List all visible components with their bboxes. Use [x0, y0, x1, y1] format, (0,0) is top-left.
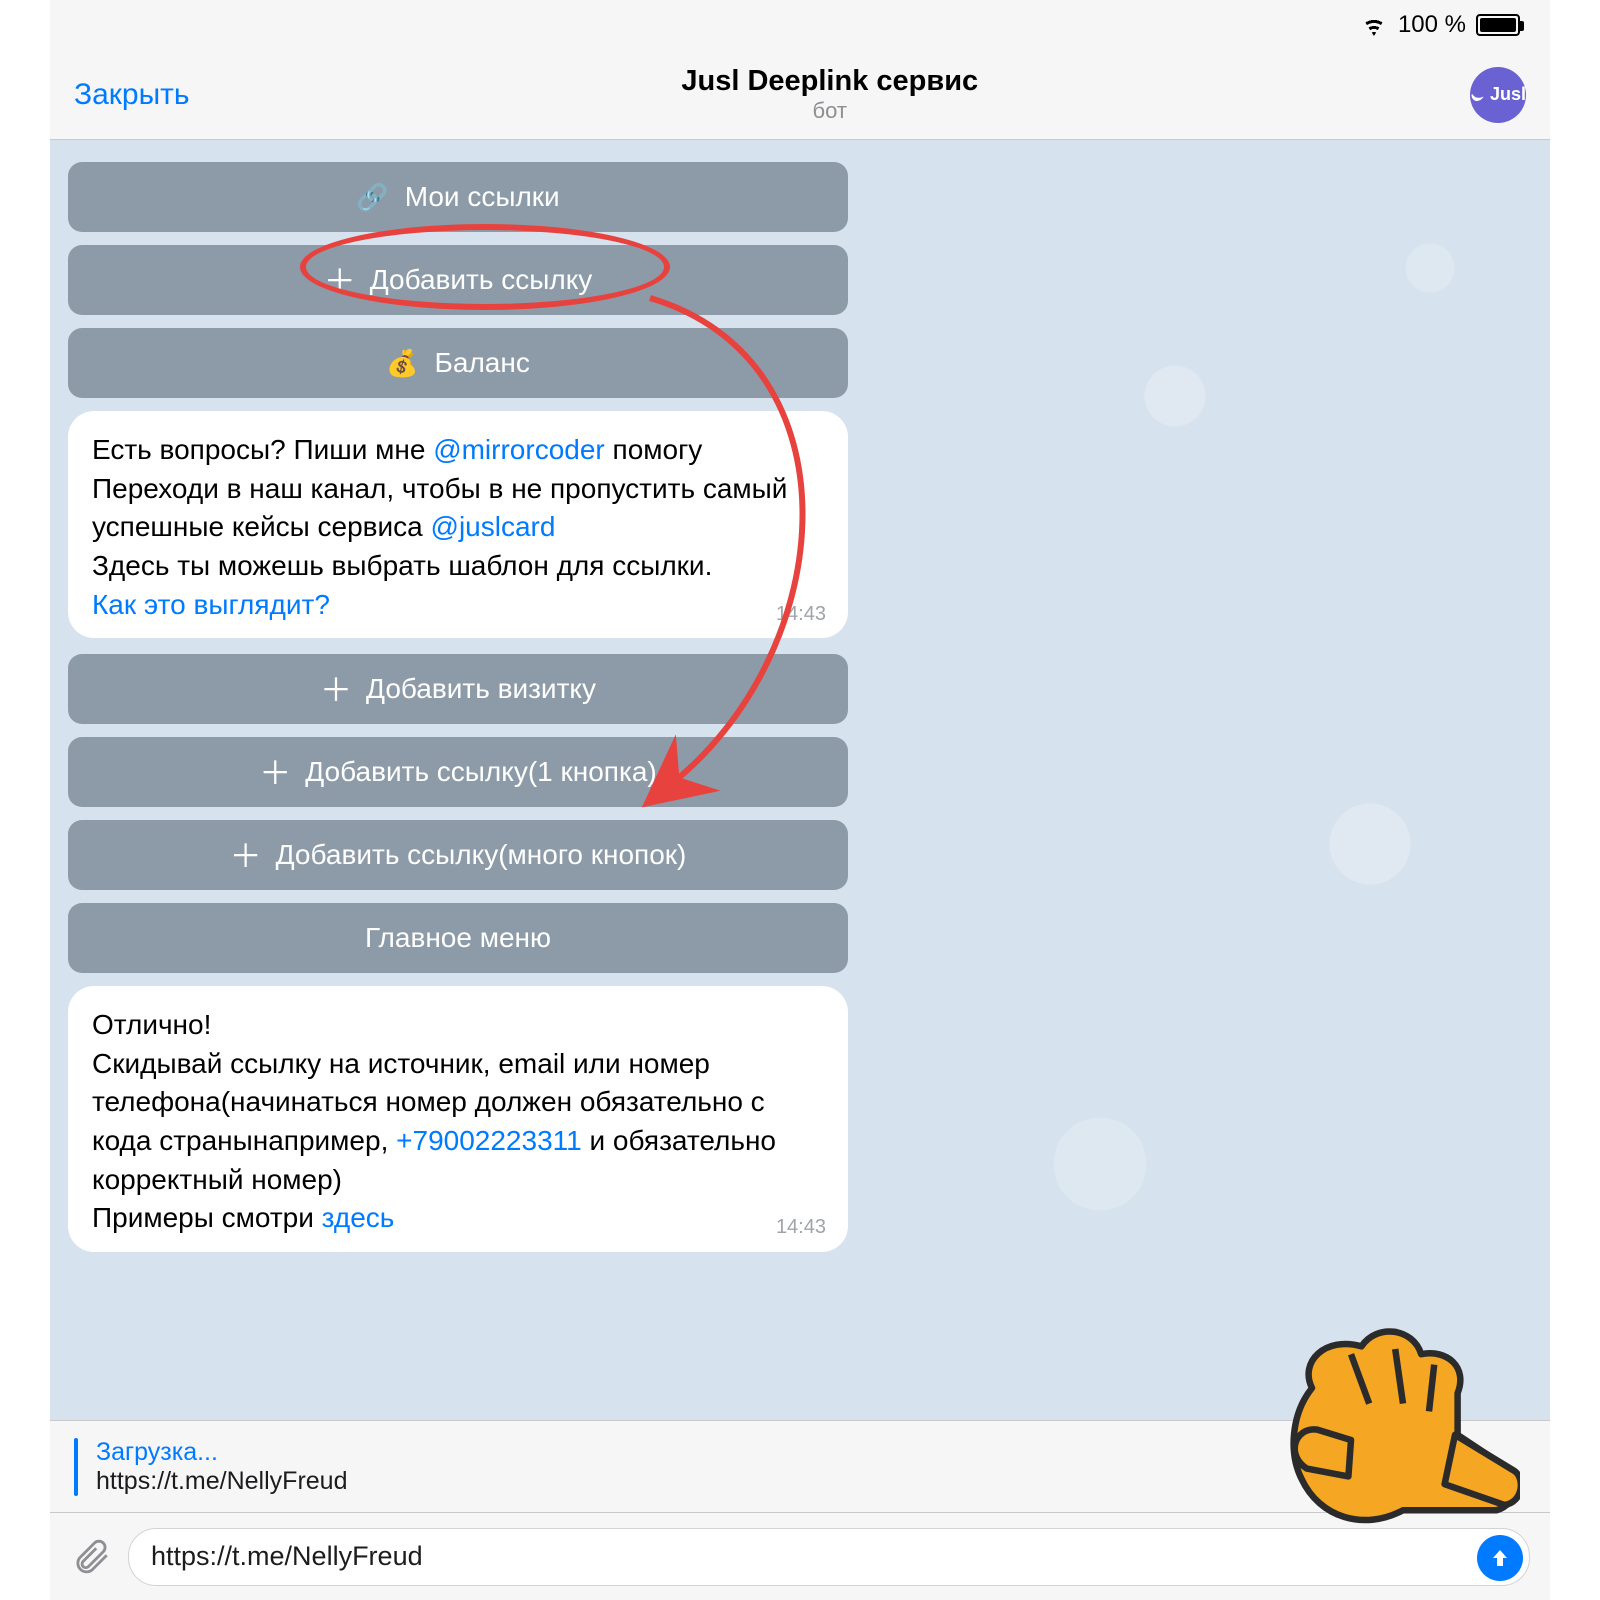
msg1-part: помогу	[605, 434, 703, 465]
reply-title: Загрузка...	[96, 1438, 347, 1467]
battery-icon	[1476, 14, 1520, 36]
chat-header: Закрыть Jusl Deeplink сервис бот Jusl	[50, 50, 1550, 140]
timestamp: 14:43	[776, 1214, 826, 1242]
message-1: Есть вопросы? Пиши мне @mirrorcoder помо…	[68, 411, 848, 638]
kb-my-links[interactable]: 🔗 Мои ссылки	[68, 162, 848, 232]
avatar-label: Jusl	[1490, 84, 1526, 105]
reply-preview[interactable]: Загрузка... https://t.me/NellyFreud	[50, 1420, 1550, 1512]
chat-subtitle: бот	[190, 98, 1470, 124]
msg2-part: Отлично!	[92, 1009, 211, 1040]
msg1-part: Есть вопросы? Пиши мне	[92, 434, 433, 465]
close-button[interactable]: Закрыть	[74, 78, 190, 112]
message-input[interactable]	[151, 1541, 1473, 1572]
send-arrow-icon	[1488, 1546, 1512, 1570]
header-title-block[interactable]: Jusl Deeplink сервис бот	[190, 65, 1470, 124]
plus-icon: ＋	[320, 665, 352, 711]
message-2: Отлично! Скидывай ссылку на источник, em…	[68, 986, 848, 1252]
send-button[interactable]	[1477, 1535, 1523, 1581]
status-bar: 100 %	[50, 0, 1550, 50]
wifi-icon	[1360, 14, 1388, 36]
timestamp: 14:43	[776, 601, 826, 629]
msg2-part: Примеры смотри	[92, 1202, 322, 1233]
plus-icon: ＋	[230, 831, 262, 877]
kb-label: Добавить ссылку(1 кнопка)	[305, 756, 656, 788]
reply-subtitle: https://t.me/NellyFreud	[96, 1467, 347, 1496]
kb-main-menu[interactable]: Главное меню	[68, 903, 848, 973]
kb-label: Добавить ссылку	[370, 264, 593, 296]
msg1-part: Здесь ты можешь выбрать шаблон для ссылк…	[92, 550, 712, 581]
message-column: 🔗 Мои ссылки ＋ Добавить ссылку 💰 Баланс …	[68, 162, 848, 1252]
avatar-bird-icon	[1470, 84, 1488, 106]
mention-juslcard[interactable]: @juslcard	[431, 511, 556, 542]
kb-label: Добавить ссылку(много кнопок)	[276, 839, 687, 871]
link-icon: 🔗	[356, 182, 388, 213]
chat-area[interactable]: 🔗 Мои ссылки ＋ Добавить ссылку 💰 Баланс …	[50, 140, 1550, 1420]
plus-icon: ＋	[324, 256, 356, 302]
kb-label: Добавить визитку	[366, 673, 596, 705]
reply-text: Загрузка... https://t.me/NellyFreud	[96, 1438, 347, 1496]
screenshot-stage: 100 % Закрыть Jusl Deeplink сервис бот J…	[50, 0, 1550, 1600]
kb-balance[interactable]: 💰 Баланс	[68, 328, 848, 398]
phone-example[interactable]: +79002223311	[396, 1125, 582, 1156]
moneybag-icon: 💰	[386, 348, 418, 379]
battery-percent: 100 %	[1398, 11, 1466, 39]
link-how-it-looks[interactable]: Как это выглядит?	[92, 589, 330, 620]
mention-mirrorcoder[interactable]: @mirrorcoder	[433, 434, 605, 465]
link-examples[interactable]: здесь	[322, 1202, 395, 1233]
avatar[interactable]: Jusl	[1470, 67, 1526, 123]
chat-title: Jusl Deeplink сервис	[190, 65, 1470, 98]
message-input-wrap[interactable]	[128, 1528, 1530, 1586]
attach-icon[interactable]	[70, 1536, 112, 1578]
kb-add-link[interactable]: ＋ Добавить ссылку	[68, 245, 848, 315]
kb-add-card[interactable]: ＋ Добавить визитку	[68, 654, 848, 724]
kb-add-link-1btn[interactable]: ＋ Добавить ссылку(1 кнопка)	[68, 737, 848, 807]
kb-label: Главное меню	[365, 922, 551, 954]
kb-label: Мои ссылки	[405, 181, 560, 213]
kb-add-link-multi[interactable]: ＋ Добавить ссылку(много кнопок)	[68, 820, 848, 890]
reply-indicator	[74, 1438, 78, 1496]
kb-label: Баланс	[435, 347, 530, 379]
plus-icon: ＋	[259, 748, 291, 794]
input-bar	[50, 1512, 1550, 1600]
